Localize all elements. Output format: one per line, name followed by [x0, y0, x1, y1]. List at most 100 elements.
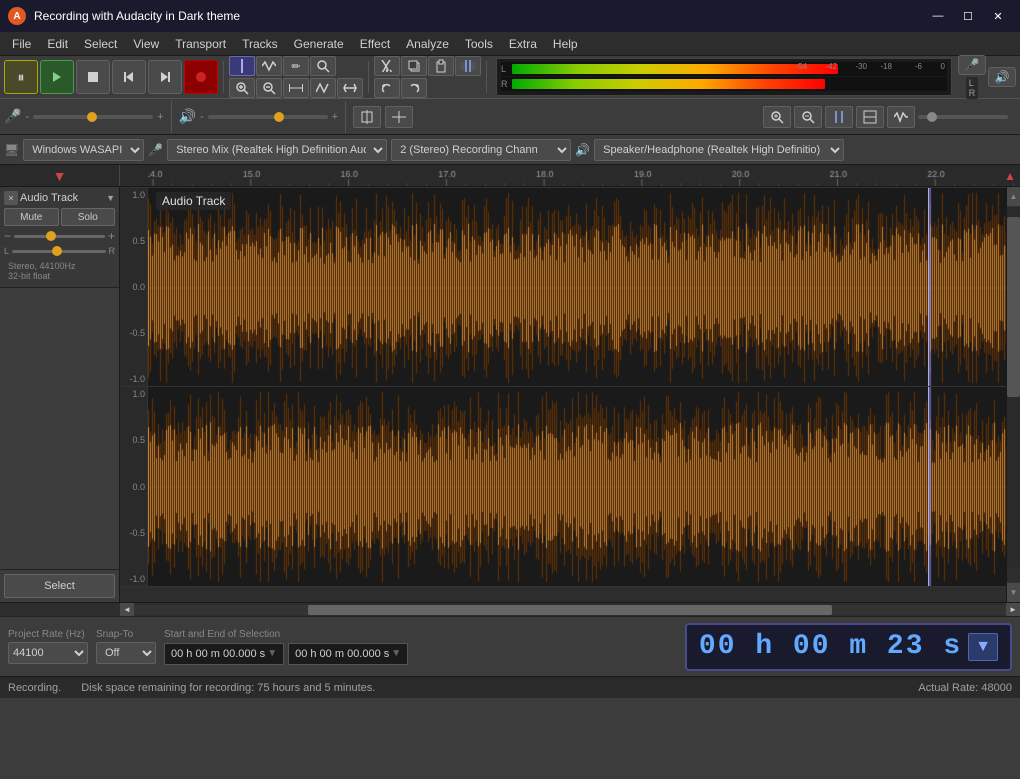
zoom-slider[interactable]: [918, 115, 1008, 119]
scroll-track: [1007, 207, 1020, 567]
speaker-device-icon: 🔊: [575, 143, 590, 157]
scale2-n1: -1.0: [122, 574, 145, 584]
vertical-scrollbar[interactable]: ▲ ▼: [1006, 187, 1020, 602]
play-button[interactable]: [40, 60, 74, 94]
lower-waveform-canvas: [148, 387, 1010, 587]
zoom-normal-button[interactable]: [385, 106, 413, 128]
track-dropdown-icon[interactable]: ▼: [106, 193, 115, 203]
fit-button[interactable]: [283, 78, 309, 98]
cut-button[interactable]: [374, 56, 400, 76]
skip-end-button[interactable]: [148, 60, 182, 94]
zoom-selection-button[interactable]: [825, 106, 853, 128]
selection-inputs: 00 h 00 m 00.000 s ▼ 00 h 00 m 00.000 s …: [164, 643, 408, 665]
status-actual-rate: Actual Rate: 48000: [918, 682, 1012, 694]
track-name-label: Audio Track: [18, 192, 106, 204]
h-scroll-track[interactable]: [134, 605, 1006, 615]
time-dropdown-button[interactable]: ▼: [968, 633, 998, 661]
zoom-out-button[interactable]: [256, 78, 282, 98]
menu-select[interactable]: Select: [76, 33, 125, 55]
scale2-0: 0.0: [122, 482, 145, 492]
window-title: Recording with Audacity in Dark theme: [34, 9, 924, 23]
trim-button[interactable]: [455, 56, 481, 76]
scroll-up-button[interactable]: ▲: [1007, 187, 1020, 207]
menu-view[interactable]: View: [125, 33, 167, 55]
volume-minus-icon: −: [4, 229, 11, 243]
zoom-reset-button[interactable]: [337, 78, 363, 98]
status-recording: Recording.: [8, 682, 61, 694]
menu-tools[interactable]: Tools: [457, 33, 501, 55]
stop-button[interactable]: [76, 60, 110, 94]
window-controls: — ☐ ✕: [924, 6, 1012, 26]
redo-button[interactable]: [401, 78, 427, 98]
upper-waveform-canvas: [148, 188, 1010, 387]
scroll-right-button[interactable]: ►: [1006, 603, 1020, 617]
menu-transport[interactable]: Transport: [167, 33, 234, 55]
menu-generate[interactable]: Generate: [286, 33, 352, 55]
mute-button[interactable]: Mute: [4, 208, 59, 226]
output-gain-slider[interactable]: [208, 115, 328, 119]
solo-button[interactable]: Solo: [61, 208, 116, 226]
microphone-icon: 🎤: [148, 143, 163, 157]
output-gain-minus-label: -: [200, 111, 204, 123]
project-rate-select[interactable]: 44100: [8, 642, 88, 664]
track-pan-slider[interactable]: [12, 250, 105, 253]
undo-button[interactable]: [374, 78, 400, 98]
zoom-tool-button[interactable]: [310, 56, 336, 76]
track-volume-row: − +: [4, 229, 115, 243]
track-zoom-in-button[interactable]: [763, 106, 791, 128]
menu-help[interactable]: Help: [545, 33, 586, 55]
audio-host-select[interactable]: Windows WASAPI: [23, 139, 144, 161]
transport-toolbar: ⏸ ✏: [0, 56, 1020, 98]
menu-extra[interactable]: Extra: [501, 33, 545, 55]
output-meter-button[interactable]: 🔊: [988, 67, 1016, 87]
maximize-button[interactable]: ☐: [954, 6, 982, 26]
zoom-in-button[interactable]: [229, 78, 255, 98]
record-button[interactable]: [184, 60, 218, 94]
track-close-button[interactable]: ×: [4, 191, 18, 205]
snap-to-select[interactable]: Off: [96, 642, 156, 664]
track-zoom-out-button[interactable]: [794, 106, 822, 128]
menu-effect[interactable]: Effect: [352, 33, 398, 55]
output-gain-plus-label: +: [332, 111, 338, 123]
select-tool-button[interactable]: [229, 56, 255, 76]
menu-analyze[interactable]: Analyze: [398, 33, 457, 55]
input-device-select[interactable]: Stereo Mix (Realtek High Definition Audi…: [167, 139, 387, 161]
timeline-ruler[interactable]: ▲: [120, 165, 1020, 186]
output-device-select[interactable]: Speaker/Headphone (Realtek High Definiti…: [594, 139, 844, 161]
close-button[interactable]: ✕: [984, 6, 1012, 26]
channels-select[interactable]: 2 (Stereo) Recording Chann: [391, 139, 571, 161]
timeline-start-arrow: ▼: [53, 168, 67, 184]
menu-bar: File Edit Select View Transport Tracks G…: [0, 32, 1020, 56]
menu-file[interactable]: File: [4, 33, 39, 55]
fit-project-button[interactable]: [856, 106, 884, 128]
waveform-upper: Audio Track 1.0 0.5 0.0 -0.5 -1.0: [120, 187, 1020, 387]
copy-button[interactable]: [401, 56, 427, 76]
project-rate-label: Project Rate (Hz): [8, 629, 88, 640]
skip-start-button[interactable]: [112, 60, 146, 94]
track-volume-slider[interactable]: [14, 235, 105, 238]
scroll-thumb[interactable]: [1007, 217, 1020, 397]
selection-end-value[interactable]: 00 h 00 m 00.000 s ▼: [288, 643, 408, 665]
draw-tool-button[interactable]: ✏: [283, 56, 309, 76]
zoom-waveform-button[interactable]: [887, 106, 915, 128]
scroll-down-button[interactable]: ▼: [1007, 582, 1020, 602]
minimize-button[interactable]: —: [924, 6, 952, 26]
fit-vertically-button[interactable]: [353, 106, 381, 128]
selection-start-value[interactable]: 00 h 00 m 00.000 s ▼: [164, 643, 284, 665]
device-toolbar: 🖥 Windows WASAPI 🎤 Stereo Mix (Realtek H…: [0, 135, 1020, 165]
pause-button[interactable]: ⏸: [4, 60, 38, 94]
input-meter-button[interactable]: 🎤: [958, 55, 986, 75]
track-select-button[interactable]: Select: [4, 574, 115, 598]
menu-edit[interactable]: Edit: [39, 33, 76, 55]
waveform-container[interactable]: Audio Track 1.0 0.5 0.0 -0.5 -1.0 1.0 0.…: [120, 187, 1020, 602]
waveform-lower: 1.0 0.5 0.0 -0.5 -1.0: [120, 387, 1020, 587]
separator2: [368, 61, 369, 93]
scroll-left-button[interactable]: ◄: [120, 603, 134, 617]
volume-plus-icon: +: [108, 229, 115, 243]
zoom-toggle-button[interactable]: [310, 78, 336, 98]
input-gain-slider[interactable]: [33, 115, 153, 119]
paste-button[interactable]: [428, 56, 454, 76]
envelope-tool-button[interactable]: [256, 56, 282, 76]
menu-tracks[interactable]: Tracks: [234, 33, 286, 55]
h-scroll-thumb[interactable]: [308, 605, 831, 615]
